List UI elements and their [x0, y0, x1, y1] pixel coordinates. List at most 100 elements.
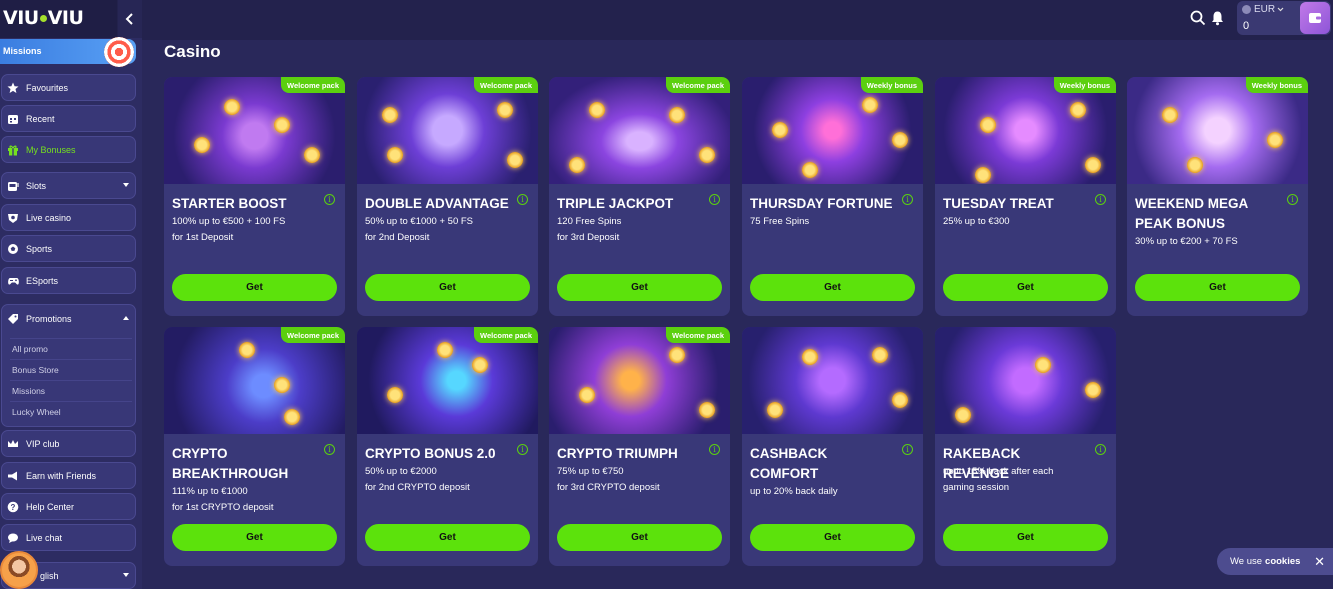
- logo-dot: [39, 14, 47, 22]
- bonus-badge: Welcome pack: [666, 77, 730, 93]
- bonus-card[interactable]: Welcome pack STARTER BOOST i 100% up to €50…: [164, 77, 345, 316]
- coin-icon: [1070, 102, 1086, 118]
- bonus-card[interactable]: Weekly bonus THURSDAY FORTUNE i 75 Free Spi…: [742, 77, 923, 316]
- coin-icon: [1162, 107, 1178, 123]
- sidebar-item-help-center[interactable]: ? Help Center: [1, 493, 136, 520]
- info-icon[interactable]: i: [324, 194, 335, 205]
- get-bonus-button[interactable]: Get: [557, 524, 722, 551]
- currency-selector[interactable]: EUR: [1242, 4, 1284, 15]
- sidebar-item-earn-with-friends[interactable]: Earn with Friends: [1, 462, 136, 489]
- info-icon[interactable]: i: [1095, 194, 1106, 205]
- logo[interactable]: VIU VIU: [3, 5, 84, 31]
- bonus-card-image: [164, 77, 345, 184]
- info-icon[interactable]: i: [324, 444, 335, 455]
- coin-icon: [589, 102, 605, 118]
- info-icon[interactable]: i: [709, 194, 720, 205]
- crown-icon: [6, 437, 20, 451]
- bonus-card[interactable]: Welcome pack DOUBLE ADVANTAGE i 50% up to €…: [357, 77, 538, 316]
- cookie-banner[interactable]: We use cookies ✕: [1217, 548, 1333, 575]
- chevron-left-icon: [125, 13, 133, 25]
- bonus-title: CASHBACK COMFORT: [750, 446, 828, 481]
- get-bonus-button[interactable]: Get: [1135, 274, 1300, 301]
- gamepad-icon: [6, 274, 20, 288]
- cookie-link[interactable]: cookies: [1265, 556, 1300, 567]
- bonus-description: for 1st CRYPTO deposit: [172, 502, 274, 513]
- bonus-card[interactable]: Weekly bonus WEEKEND MEGA PEAK BONUS i 30% …: [1127, 77, 1308, 316]
- coin-icon: [194, 137, 210, 153]
- missions-banner[interactable]: Missions: [0, 37, 136, 67]
- bonus-card[interactable]: Welcome pack CRYPTO TRIUMPH i 75% up to €75…: [549, 327, 730, 566]
- bonus-badge: Welcome pack: [666, 327, 730, 343]
- coin-icon: [284, 409, 300, 425]
- bonus-card[interactable]: CASHBACK COMFORT i up to 20% back daily Get: [742, 327, 923, 566]
- info-icon[interactable]: i: [1095, 444, 1106, 455]
- bonus-title: THURSDAY FORTUNE: [750, 196, 893, 211]
- coin-icon: [472, 357, 488, 373]
- bonus-card[interactable]: Welcome pack CRYPTO BONUS 2.0 i 50% up to €…: [357, 327, 538, 566]
- collapse-sidebar-button[interactable]: [118, 0, 142, 38]
- close-icon[interactable]: ✕: [1314, 554, 1325, 570]
- info-icon[interactable]: i: [709, 444, 720, 455]
- sidebar-item-label: Promotions: [26, 313, 72, 324]
- coin-icon: [980, 117, 996, 133]
- coin-icon: [802, 349, 818, 365]
- search-icon[interactable]: [1190, 10, 1206, 26]
- get-bonus-button[interactable]: Get: [557, 274, 722, 301]
- coin-icon: [699, 147, 715, 163]
- sidebar-item-vip-club[interactable]: VIP club: [1, 430, 136, 457]
- sidebar-item-live-chat[interactable]: Live chat: [1, 524, 136, 551]
- chevron-down-icon: [123, 183, 129, 187]
- sidebar-item-label: Earn with Friends: [26, 470, 97, 481]
- get-bonus-button[interactable]: Get: [750, 274, 915, 301]
- bonus-card[interactable]: Welcome pack CRYPTO BREAKTHROUGH i 111% up …: [164, 327, 345, 566]
- sidebar-item-my-bonuses[interactable]: My Bonuses: [1, 136, 136, 163]
- top-bar: VIU VIU EUR 0: [0, 0, 1333, 40]
- sidebar-subitem-all-promo[interactable]: All promo: [10, 338, 132, 358]
- sidebar-item-live-casino[interactable]: Live casino: [1, 204, 136, 231]
- sidebar-item-promotions[interactable]: Promotions: [2, 305, 135, 332]
- wallet-widget[interactable]: EUR 0: [1237, 1, 1331, 35]
- bonus-title: TUESDAY TREAT: [943, 196, 1054, 211]
- get-bonus-button[interactable]: Get: [943, 274, 1108, 301]
- coin-icon: [1035, 357, 1051, 373]
- sidebar-item-esports[interactable]: ESports: [1, 267, 136, 294]
- coin-icon: [872, 347, 888, 363]
- bonus-card[interactable]: Weekly bonus TUESDAY TREAT i 25% up to €300…: [935, 77, 1116, 316]
- info-icon[interactable]: i: [1287, 194, 1298, 205]
- bonus-card[interactable]: RAKEBACK REVENGE i up to 15% back after ea…: [935, 327, 1116, 566]
- info-icon[interactable]: i: [902, 194, 913, 205]
- coin-icon: [772, 122, 788, 138]
- get-bonus-button[interactable]: Get: [172, 524, 337, 551]
- get-bonus-button[interactable]: Get: [943, 524, 1108, 551]
- bell-icon[interactable]: [1210, 10, 1225, 26]
- star-icon: [6, 81, 20, 95]
- sidebar-subitem-lucky-wheel[interactable]: Lucky Wheel: [10, 401, 132, 421]
- coin-icon: [1187, 157, 1203, 173]
- sidebar-item-favourites[interactable]: Favourites: [1, 74, 136, 101]
- bonus-card[interactable]: Welcome pack TRIPLE JACKPOT i 120 Free Spin…: [549, 77, 730, 316]
- svg-text:?: ?: [11, 503, 16, 512]
- sidebar-item-label: Live casino: [26, 212, 72, 223]
- info-icon[interactable]: i: [902, 444, 913, 455]
- bonus-card-image: [549, 327, 730, 434]
- support-avatar[interactable]: [0, 551, 38, 589]
- get-bonus-button[interactable]: Get: [172, 274, 337, 301]
- info-icon[interactable]: i: [517, 444, 528, 455]
- sidebar-item-sports[interactable]: Sports: [1, 235, 136, 262]
- sidebar-item-recent[interactable]: Recent: [1, 105, 136, 132]
- bonus-description: 100% up to €500 + 100 FS: [172, 216, 286, 227]
- sidebar-item-slots[interactable]: Slots: [1, 172, 136, 199]
- get-bonus-button[interactable]: Get: [750, 524, 915, 551]
- bonus-title: CRYPTO BONUS 2.0: [365, 446, 496, 461]
- get-bonus-button[interactable]: Get: [365, 524, 530, 551]
- sidebar-subitem-bonus-store[interactable]: Bonus Store: [10, 359, 132, 379]
- get-bonus-button[interactable]: Get: [365, 274, 530, 301]
- sidebar-subitem-missions[interactable]: Missions: [10, 380, 132, 400]
- sidebar-item-label: Slots: [26, 180, 47, 191]
- coin-icon: [387, 147, 403, 163]
- coin-icon: [892, 392, 908, 408]
- info-icon[interactable]: i: [517, 194, 528, 205]
- wallet-button[interactable]: [1300, 2, 1330, 34]
- target-icon: [104, 37, 134, 67]
- bonus-description: for 2nd Deposit: [365, 232, 430, 243]
